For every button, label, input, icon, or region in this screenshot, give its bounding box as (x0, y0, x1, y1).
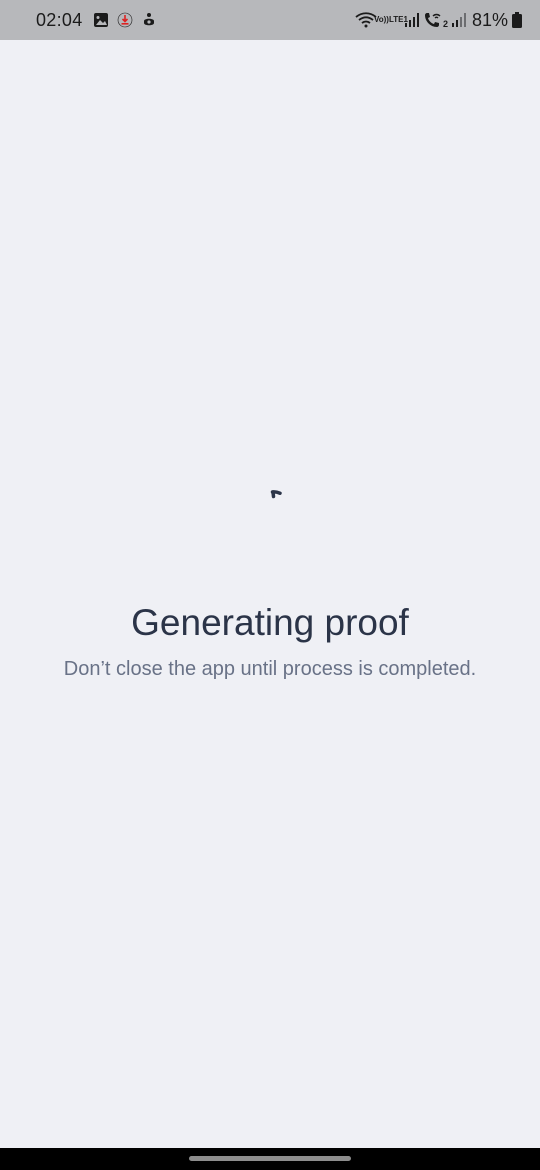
sim2-label: 2 (442, 19, 448, 29)
volte-icon: Vo)) LTE1 (374, 16, 408, 24)
status-left: 02:04 (36, 10, 157, 31)
status-time: 02:04 (36, 9, 83, 30)
loading-spinner-icon (270, 490, 282, 499)
signal-icon (404, 12, 419, 28)
home-gesture-handle[interactable] (189, 1156, 351, 1161)
page-title: Generating proof (131, 602, 409, 643)
status-right: Vo)) LTE1 2 81% (355, 10, 522, 31)
proof-generation-screen: Generating proof Don’t close the app unt… (0, 40, 540, 1148)
battery-icon (512, 12, 522, 28)
volte-label-top: Vo)) (373, 15, 389, 24)
image-icon (93, 12, 109, 28)
signal-icon (451, 12, 466, 28)
wifi-calling-icon (423, 12, 443, 28)
page-subtitle: Don’t close the app until process is com… (63, 658, 477, 680)
accessibility-icon (141, 12, 157, 28)
navigation-bar (0, 1148, 540, 1170)
download-alert-icon (117, 12, 133, 28)
status-bar: 02:04 Vo)) LTE1 2 81% (0, 0, 540, 40)
battery-percent: 81% (471, 9, 508, 30)
